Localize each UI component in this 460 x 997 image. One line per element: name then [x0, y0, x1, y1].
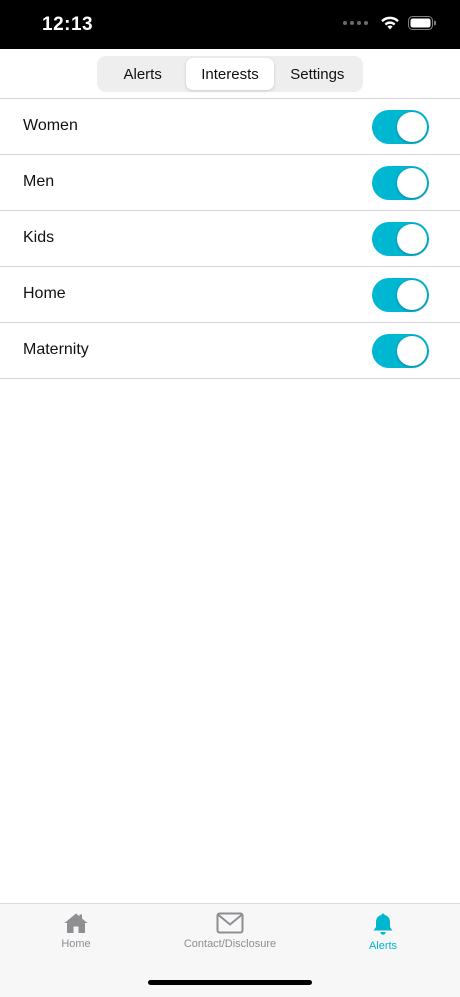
- toggle-knob: [397, 112, 427, 142]
- home-indicator: [148, 980, 312, 985]
- wifi-icon: [381, 16, 399, 30]
- status-time: 12:13: [42, 14, 94, 35]
- toggle-knob: [397, 168, 427, 198]
- segment-settings[interactable]: Settings: [274, 58, 361, 90]
- signal-icon: [343, 20, 368, 25]
- bell-icon: [373, 913, 393, 935]
- toggle-women[interactable]: [372, 110, 429, 144]
- segment-interests[interactable]: Interests: [186, 58, 274, 90]
- status-bar: 12:13: [0, 0, 460, 49]
- tab-contact-disclosure[interactable]: Contact/Disclosure: [170, 912, 290, 950]
- battery-icon: [408, 15, 436, 30]
- tab-label-alerts: Alerts: [368, 940, 398, 952]
- list-item: Maternity: [0, 323, 460, 379]
- toggle-kids[interactable]: [372, 222, 429, 256]
- toggle-knob: [397, 224, 427, 254]
- list-item: Home: [0, 267, 460, 323]
- toggle-home[interactable]: [372, 278, 429, 312]
- toggle-knob: [397, 336, 427, 366]
- toggle-knob: [397, 280, 427, 310]
- interest-label-home: Home: [23, 285, 66, 302]
- tab-home[interactable]: Home: [48, 912, 104, 950]
- status-icons: [343, 15, 436, 30]
- tab-alerts[interactable]: Alerts: [355, 912, 411, 952]
- house-icon: [64, 913, 88, 933]
- interest-label-kids: Kids: [23, 229, 55, 246]
- tab-label-home: Home: [61, 938, 91, 950]
- list-item: Women: [0, 99, 460, 155]
- interest-label-maternity: Maternity: [23, 341, 89, 358]
- tab-label-contact-disclosure: Contact/Disclosure: [183, 938, 277, 950]
- list-item: Kids: [0, 211, 460, 267]
- list-item: Men: [0, 155, 460, 211]
- interests-segmented-control: Alerts Interests Settings: [97, 56, 363, 92]
- toggle-maternity[interactable]: [372, 334, 429, 368]
- interest-label-men: Men: [23, 173, 55, 190]
- interests-list: Women Men Kids Home Maternity: [0, 98, 460, 379]
- envelope-icon: [216, 912, 244, 934]
- interest-label-women: Women: [23, 117, 78, 134]
- segment-alerts[interactable]: Alerts: [99, 58, 186, 90]
- toggle-men[interactable]: [372, 166, 429, 200]
